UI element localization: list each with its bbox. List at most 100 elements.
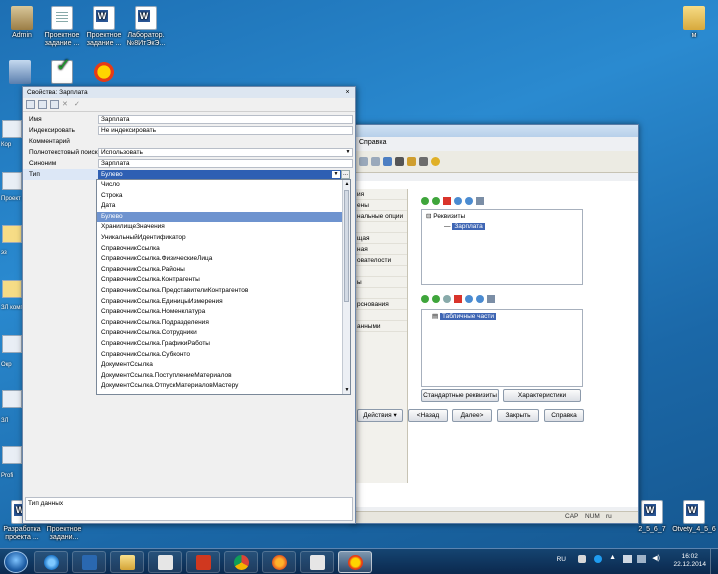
name-field[interactable]: Зарплата [98, 115, 353, 124]
desktop-icon-tasks[interactable] [40, 60, 84, 86]
move-up-icon[interactable] [454, 197, 462, 205]
comment-field[interactable] [98, 137, 353, 146]
type-option[interactable]: ДокументСсылка [97, 360, 350, 371]
edit-icon[interactable] [432, 295, 440, 303]
taskbar-app-2[interactable] [300, 551, 334, 573]
pencil-icon[interactable] [443, 295, 451, 303]
scroll-up-icon[interactable]: ▲ [343, 180, 350, 188]
type-option[interactable]: СправочникСсылка.ЕдиницыИзмерения [97, 297, 350, 308]
start-button[interactable] [4, 551, 28, 573]
sort-category-icon[interactable] [26, 100, 35, 109]
section-item[interactable] [353, 222, 407, 233]
section-item[interactable]: ы [353, 277, 407, 288]
window-titlebar[interactable] [353, 125, 638, 137]
synonym-field[interactable]: Зарплата [98, 159, 353, 168]
desktop-icon-project-doc-1[interactable]: Проектное задание ... [40, 6, 84, 48]
section-item[interactable]: нальные опции [353, 211, 407, 222]
taskbar-chrome[interactable] [224, 551, 258, 573]
characteristics-button[interactable]: Характеристики [503, 389, 581, 402]
partial-folder-icon[interactable] [2, 225, 22, 243]
type-option[interactable]: СправочникСсылка.ФизическиеЛица [97, 254, 350, 265]
type-option[interactable]: СправочникСсылка.Контрагенты [97, 275, 350, 286]
type-option[interactable]: ХранилищеЗначения [97, 222, 350, 233]
type-option[interactable]: СправочникСсылка.ПредставителиКонтрагент… [97, 286, 350, 297]
type-select[interactable]: Булево ▼... [98, 170, 350, 179]
tree-icon[interactable] [395, 157, 404, 166]
partial-folder-icon[interactable] [2, 280, 22, 298]
key-icon[interactable] [407, 157, 416, 166]
type-option[interactable]: СправочникСсылка.Сотрудники [97, 328, 350, 339]
scrollbar-thumb[interactable] [344, 190, 349, 302]
move-down-icon[interactable] [465, 197, 473, 205]
ellipsis-button[interactable]: ... [341, 170, 350, 179]
partial-icon[interactable] [2, 390, 22, 408]
type-option[interactable]: СправочникСсылка.Подразделения [97, 318, 350, 329]
apply-icon[interactable]: ✓ [74, 100, 83, 109]
type-option[interactable]: СправочникСсылка.Субконто [97, 350, 350, 361]
tree-node-tabular[interactable]: ▤ Табличные части [432, 312, 572, 322]
add-icon[interactable] [421, 197, 429, 205]
undo-icon[interactable] [359, 157, 368, 166]
desktop-icon-project-doc-2[interactable]: Проектное задание ... [82, 6, 126, 48]
delete-icon[interactable] [443, 197, 451, 205]
section-item[interactable]: ная [353, 244, 407, 255]
section-item[interactable]: щая [353, 233, 407, 244]
section-item[interactable] [353, 310, 407, 321]
type-option-selected[interactable]: Булево [97, 211, 350, 223]
taskbar-ie[interactable] [34, 551, 68, 573]
desktop-icon-computer[interactable] [0, 60, 42, 86]
smile-icon[interactable] [431, 157, 440, 166]
type-option[interactable]: Дата [97, 201, 350, 212]
properties-title[interactable]: Свойства: Зарплата [23, 87, 355, 98]
tray-app-icon[interactable] [594, 555, 602, 563]
actions-button[interactable]: Действия ▾ [357, 409, 403, 422]
language-indicator[interactable]: RU [557, 556, 566, 563]
volume-icon[interactable]: ◀) [652, 554, 660, 562]
taskbar-chat[interactable] [72, 551, 106, 573]
add-icon[interactable] [421, 295, 429, 303]
back-button[interactable]: <Назад [408, 409, 448, 422]
dropdown-scrollbar[interactable]: ▲ ▼ [342, 180, 350, 394]
index-select[interactable]: Не индексировать [98, 126, 353, 135]
window-icon[interactable] [383, 157, 392, 166]
desktop-icon-1c[interactable] [82, 60, 126, 86]
fulltext-select[interactable]: Использовать ▼ [98, 148, 353, 157]
taskbar-app-1[interactable] [148, 551, 182, 573]
desktop-icon-folder-m[interactable]: м [672, 6, 716, 40]
partial-icon[interactable] [2, 172, 22, 190]
section-item[interactable]: ены [353, 200, 407, 211]
scroll-down-icon[interactable]: ▼ [343, 386, 350, 394]
desktop-icon-lab-doc[interactable]: Лаборатор. №8ИтЭкЭ... [124, 6, 168, 48]
standard-requisites-button[interactable]: Стандартные реквизиты [421, 389, 499, 402]
tree-node-salary[interactable]: — Зарплата [426, 222, 578, 232]
sort-icon[interactable] [476, 197, 484, 205]
section-item[interactable]: ия [353, 189, 407, 200]
desktop-icon-otvety[interactable]: Otvety_4_5_6 [672, 500, 716, 534]
close-button[interactable]: Закрыть [497, 409, 539, 422]
type-option[interactable]: Строка [97, 191, 350, 202]
chevron-down-icon[interactable]: ▼ [344, 149, 352, 156]
pin-icon[interactable] [50, 100, 59, 109]
section-item[interactable]: ователости [353, 255, 407, 266]
show-desktop-button[interactable] [710, 549, 718, 574]
type-option[interactable]: ДокументСсылка.ОтпускМатериаловМастеру [97, 381, 350, 392]
taskbar-media[interactable] [186, 551, 220, 573]
type-option[interactable]: СправочникСсылка.Районы [97, 265, 350, 276]
menu-help[interactable]: Справка [353, 139, 386, 149]
redo-icon[interactable] [371, 157, 380, 166]
type-option[interactable]: Число [97, 180, 350, 191]
chevron-down-icon[interactable]: ▼ [332, 171, 340, 178]
type-option[interactable]: ДокументСсылка.ПоступлениеМатериалов [97, 371, 350, 382]
sort-icon[interactable] [487, 295, 495, 303]
close-icon[interactable]: × [343, 88, 352, 97]
type-option[interactable]: СправочникСсылка.Номенклатура [97, 307, 350, 318]
tree-node-requisites[interactable]: ⊟ Реквизиты [426, 212, 578, 222]
sort-alpha-icon[interactable] [38, 100, 47, 109]
desktop-icon-admin[interactable]: Admin [0, 6, 44, 40]
tray-app-icon[interactable] [578, 555, 586, 563]
type-option[interactable]: СправочникСсылка.ГрафикиРаботы [97, 339, 350, 350]
taskbar-firefox[interactable] [262, 551, 296, 573]
taskbar-1c[interactable] [338, 551, 372, 573]
next-button[interactable]: Далее> [452, 409, 492, 422]
flag-icon[interactable] [623, 555, 632, 563]
